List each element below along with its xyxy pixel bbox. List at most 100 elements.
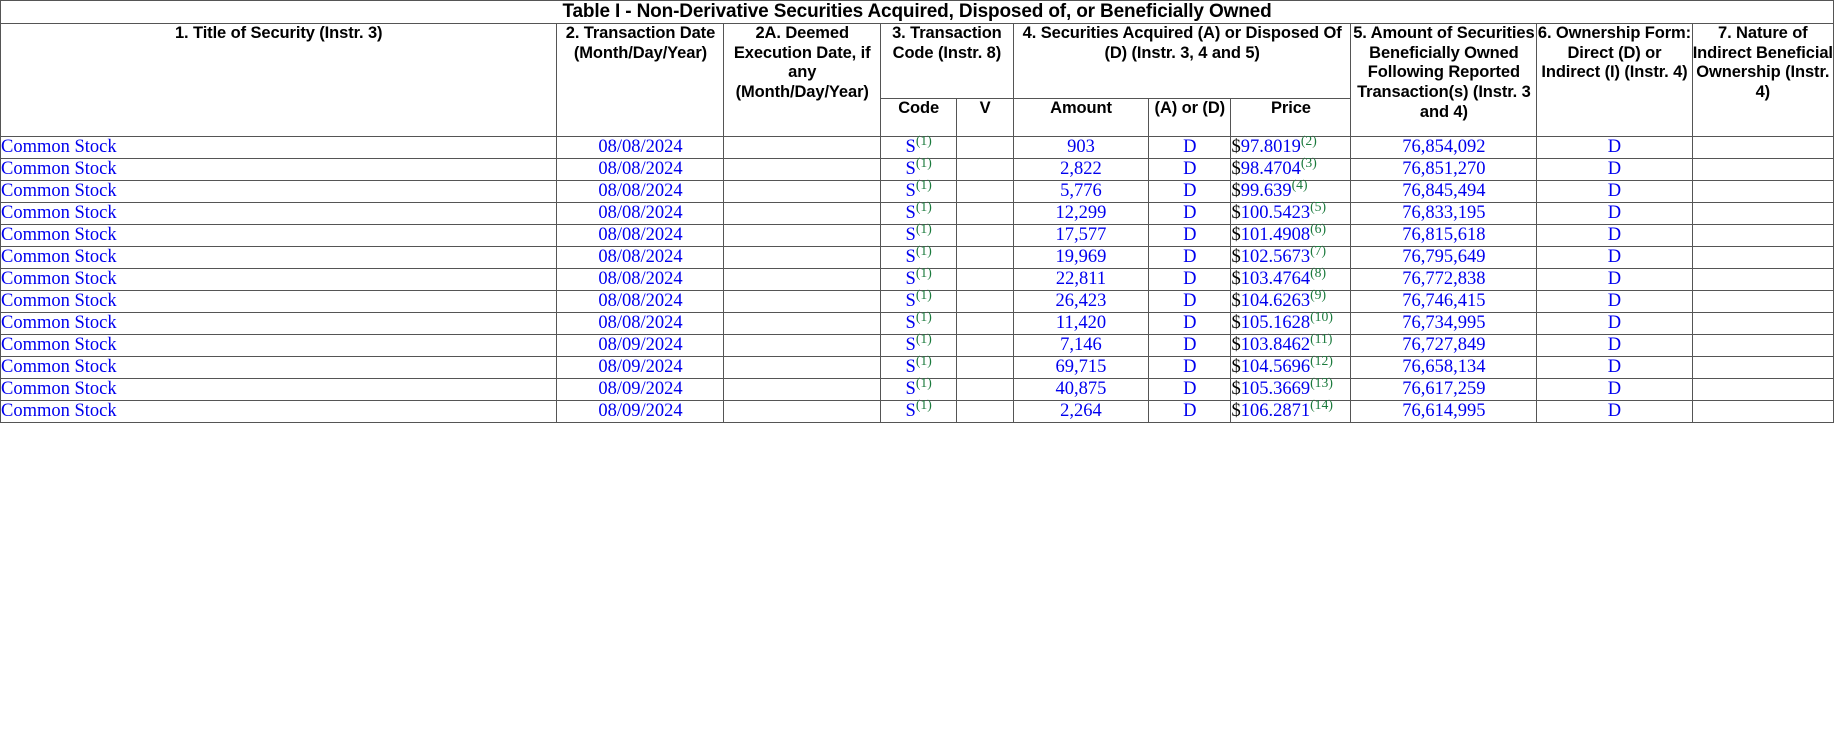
table-caption-row: Table I - Non-Derivative Securities Acqu… [0, 0, 1834, 24]
cell-ownership-form: D [1536, 290, 1693, 313]
cell-acquired-or-disposed: D [1148, 290, 1232, 313]
cell-transaction-date: 08/09/2024 [556, 356, 725, 379]
security-link[interactable]: Common Stock [1, 225, 117, 245]
cell-nature-indirect-ownership [1691, 246, 1835, 269]
header-amount-beneficially-owned: 5. Amount of Securities Beneficially Own… [1350, 23, 1538, 137]
cell-acquired-or-disposed: D [1148, 158, 1232, 181]
cell-ownership-form: D [1536, 224, 1693, 247]
cell-nature-indirect-ownership [1691, 400, 1835, 423]
header-securities-acquired-disposed: 4. Securities Acquired (A) or Disposed O… [1012, 23, 1352, 99]
cell-amount: 12,299 [1012, 202, 1150, 225]
footnote-ref-price[interactable]: (9) [1310, 287, 1326, 302]
currency-symbol: $ [1231, 401, 1241, 421]
footnote-ref-price[interactable]: (7) [1310, 243, 1326, 258]
footnote-ref-price[interactable]: (4) [1292, 177, 1308, 192]
footnote-ref-code[interactable]: (1) [916, 177, 932, 192]
security-link[interactable]: Common Stock [1, 313, 117, 333]
cell-title-of-security: Common Stock [0, 400, 558, 423]
footnote-ref-code[interactable]: (1) [916, 287, 932, 302]
transaction-code-value: S [905, 159, 916, 179]
cell-deemed-execution-date [723, 378, 881, 401]
cell-nature-indirect-ownership [1691, 136, 1835, 159]
price-value: 103.8462 [1240, 335, 1311, 355]
footnote-ref-code[interactable]: (1) [916, 331, 932, 346]
price-value: 105.3669 [1240, 379, 1311, 399]
cell-shares-owned-after: 76,727,849 [1350, 334, 1538, 357]
security-link[interactable]: Common Stock [1, 181, 117, 201]
cell-deemed-execution-date [723, 268, 881, 291]
transaction-code-value: S [905, 269, 916, 289]
footnote-ref-price[interactable]: (6) [1310, 221, 1326, 236]
footnote-ref-price[interactable]: (13) [1310, 375, 1333, 390]
footnote-ref-price[interactable]: (5) [1310, 199, 1326, 214]
cell-transaction-date: 08/09/2024 [556, 400, 725, 423]
cell-nature-indirect-ownership [1691, 202, 1835, 225]
footnote-ref-code[interactable]: (1) [916, 133, 932, 148]
security-link[interactable]: Common Stock [1, 159, 117, 179]
footnote-ref-code[interactable]: (1) [916, 199, 932, 214]
security-link[interactable]: Common Stock [1, 357, 117, 377]
cell-transaction-date: 08/09/2024 [556, 334, 725, 357]
footnote-ref-price[interactable]: (3) [1301, 155, 1317, 170]
footnote-ref-price[interactable]: (14) [1310, 397, 1333, 412]
cell-shares-owned-after: 76,614,995 [1350, 400, 1538, 423]
cell-transaction-code-v [956, 268, 1014, 291]
cell-price: $102.5673(7) [1230, 243, 1352, 269]
security-link[interactable]: Common Stock [1, 379, 117, 399]
header-row-main: 1. Title of Security (Instr. 3) 2. Trans… [0, 23, 1835, 137]
cell-ownership-form: D [1536, 158, 1693, 181]
security-link[interactable]: Common Stock [1, 401, 117, 421]
footnote-ref-code[interactable]: (1) [916, 375, 932, 390]
footnote-ref-price[interactable]: (10) [1310, 309, 1333, 324]
security-link[interactable]: Common Stock [1, 291, 117, 311]
footnote-ref-price[interactable]: (8) [1310, 265, 1326, 280]
price-value: 97.8019 [1240, 137, 1301, 157]
cell-deemed-execution-date [723, 180, 881, 203]
security-link[interactable]: Common Stock [1, 203, 117, 223]
cell-transaction-date: 08/08/2024 [556, 312, 725, 335]
price-value: 104.5696 [1240, 357, 1311, 377]
cell-shares-owned-after: 76,772,838 [1350, 268, 1538, 291]
footnote-ref-code[interactable]: (1) [916, 243, 932, 258]
cell-acquired-or-disposed: D [1148, 378, 1232, 401]
cell-transaction-date: 08/08/2024 [556, 180, 725, 203]
currency-symbol: $ [1231, 137, 1241, 157]
cell-shares-owned-after: 76,746,415 [1350, 290, 1538, 313]
cell-price: $101.4908(6) [1230, 221, 1352, 247]
security-link[interactable]: Common Stock [1, 269, 117, 289]
cell-nature-indirect-ownership [1691, 224, 1835, 247]
cell-acquired-or-disposed: D [1148, 180, 1232, 203]
cell-title-of-security: Common Stock [0, 378, 558, 401]
cell-nature-indirect-ownership [1691, 180, 1835, 203]
cell-shares-owned-after: 76,851,270 [1350, 158, 1538, 181]
cell-transaction-code-v [956, 136, 1014, 159]
cell-shares-owned-after: 76,854,092 [1350, 136, 1538, 159]
currency-symbol: $ [1231, 203, 1241, 223]
price-value: 100.5423 [1240, 203, 1311, 223]
cell-ownership-form: D [1536, 356, 1693, 379]
footnote-ref-code[interactable]: (1) [916, 397, 932, 412]
footnote-ref-code[interactable]: (1) [916, 155, 932, 170]
price-value: 105.1628 [1240, 313, 1311, 333]
security-link[interactable]: Common Stock [1, 247, 117, 267]
footnote-ref-price[interactable]: (2) [1301, 133, 1317, 148]
header-transaction-date: 2. Transaction Date (Month/Day/Year) [556, 23, 725, 137]
footnote-ref-code[interactable]: (1) [916, 221, 932, 236]
cell-title-of-security: Common Stock [0, 268, 558, 291]
footnote-ref-code[interactable]: (1) [916, 309, 932, 324]
currency-symbol: $ [1231, 181, 1241, 201]
currency-symbol: $ [1231, 335, 1241, 355]
footnote-ref-code[interactable]: (1) [916, 265, 932, 280]
footnote-ref-code[interactable]: (1) [916, 353, 932, 368]
security-link[interactable]: Common Stock [1, 335, 117, 355]
cell-transaction-date: 08/08/2024 [556, 136, 725, 159]
security-link[interactable]: Common Stock [1, 137, 117, 157]
footnote-ref-price[interactable]: (11) [1310, 331, 1332, 346]
cell-title-of-security: Common Stock [0, 224, 558, 247]
transaction-code-value: S [905, 247, 916, 267]
currency-symbol: $ [1231, 269, 1241, 289]
footnote-ref-price[interactable]: (12) [1310, 353, 1333, 368]
transaction-code-value: S [905, 357, 916, 377]
cell-transaction-date: 08/09/2024 [556, 378, 725, 401]
cell-acquired-or-disposed: D [1148, 312, 1232, 335]
